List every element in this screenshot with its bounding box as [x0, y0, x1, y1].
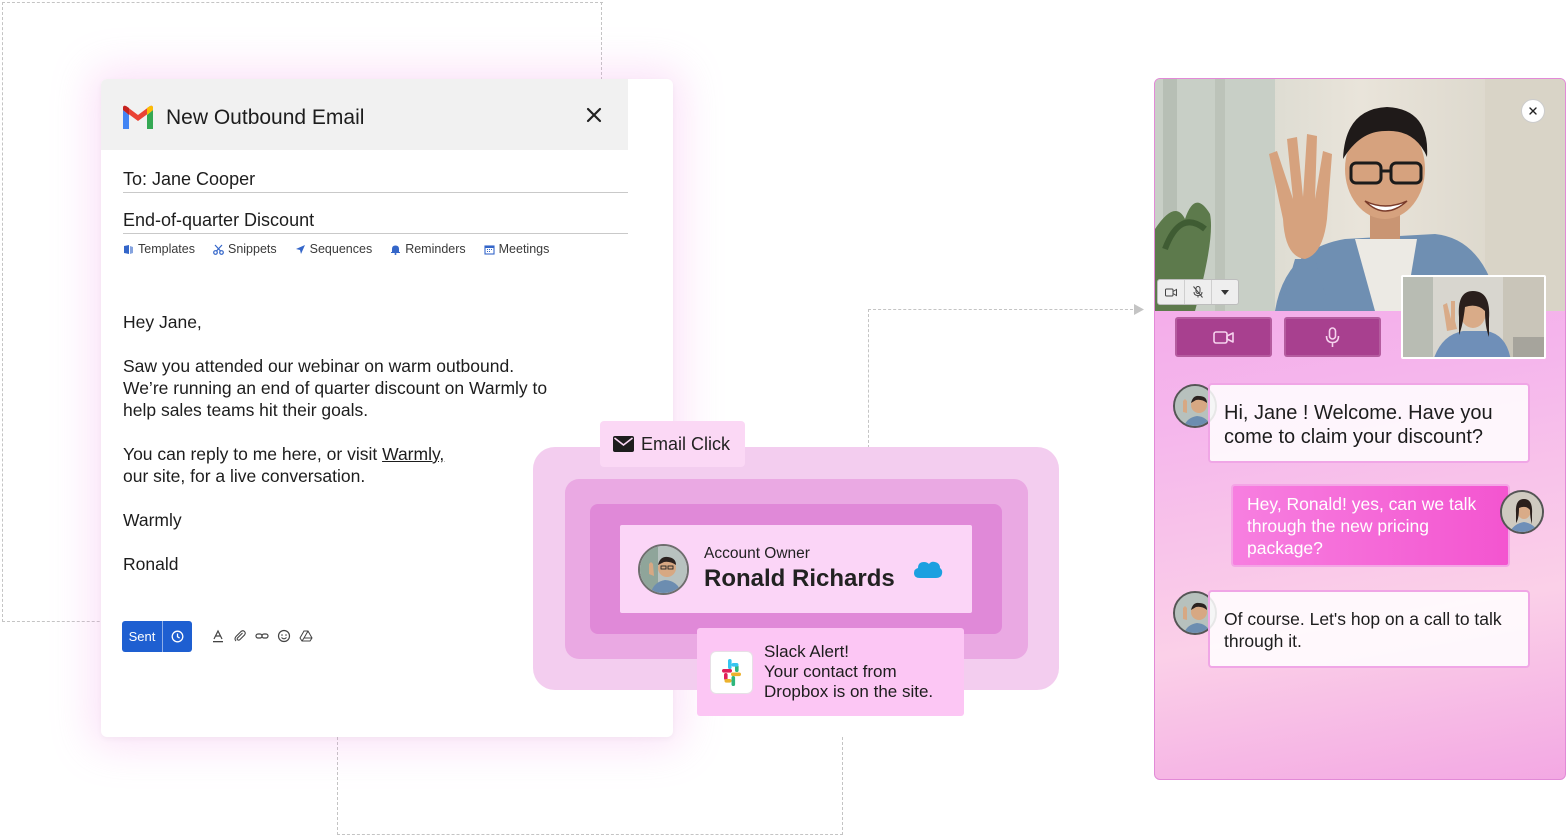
- connector-top-right: [601, 2, 602, 80]
- close-icon: [1529, 107, 1537, 115]
- email-paragraph-2: You can reply to me here, or visit Warml…: [123, 443, 444, 487]
- to-field[interactable]: To: Jane Cooper: [123, 169, 628, 193]
- chat-message-visitor: Hey, Ronald! yes, can we talk through th…: [1231, 484, 1510, 567]
- reminders-label: Reminders: [405, 242, 466, 256]
- slack-alert-card[interactable]: Slack Alert! Your contact from Dropbox i…: [697, 628, 964, 716]
- snippets-button[interactable]: Snippets: [213, 242, 277, 256]
- video-chat-widget: Hi, Jane ! Welcome. Have you come to cla…: [1154, 78, 1566, 780]
- chat-message-agent: Of course. Let's hop on a call to talk t…: [1208, 590, 1530, 668]
- avatar: [1500, 490, 1544, 534]
- self-view-video: [1401, 275, 1546, 359]
- format-toolbar: [211, 629, 313, 643]
- salesforce-icon: [914, 561, 943, 578]
- connector-to-widget: [868, 309, 1138, 448]
- reminders-button[interactable]: Reminders: [390, 242, 466, 256]
- dropdown-arrow-icon: [1221, 289, 1229, 295]
- send-button[interactable]: Sent: [122, 621, 192, 652]
- slack-alert-line: Your contact from: [764, 662, 897, 681]
- bell-icon: [391, 245, 401, 255]
- video-camera-icon: [1213, 330, 1234, 344]
- slack-alert-text: Slack Alert! Your contact from Dropbox i…: [764, 642, 933, 702]
- video-camera-icon: [1165, 288, 1177, 296]
- chat-message-agent: Hi, Jane ! Welcome. Have you come to cla…: [1208, 383, 1530, 463]
- send-button-label[interactable]: Sent: [122, 621, 163, 652]
- drive-icon[interactable]: [299, 629, 313, 643]
- avatar: [638, 544, 689, 595]
- link-icon[interactable]: [255, 629, 269, 643]
- arrow-head-icon: [1134, 304, 1144, 315]
- close-icon[interactable]: [584, 105, 604, 125]
- connector-bottom: [337, 737, 843, 835]
- microphone-button[interactable]: [1284, 317, 1381, 357]
- schedule-send-button[interactable]: [163, 630, 192, 643]
- owner-label: Account Owner: [704, 545, 810, 562]
- calendar-icon: [484, 244, 495, 255]
- owner-name: Ronald Richards: [704, 565, 895, 592]
- subject-field[interactable]: End-of-quarter Discount: [123, 210, 628, 234]
- emoji-icon[interactable]: [277, 629, 291, 643]
- microphone-off-icon: [1193, 286, 1203, 298]
- text-format-icon[interactable]: [211, 629, 225, 643]
- email-line: help sales teams hit their goals.: [123, 400, 369, 420]
- envelope-icon: [613, 436, 634, 452]
- camera-toggle[interactable]: [1158, 280, 1185, 304]
- templates-icon: [124, 244, 133, 254]
- email-signoff: Warmly: [123, 510, 182, 530]
- account-owner-card[interactable]: Account Owner Ronald Richards: [620, 525, 972, 613]
- meetings-button[interactable]: Meetings: [484, 242, 550, 256]
- slack-alert-title: Slack Alert!: [764, 642, 850, 661]
- email-greeting: Hey Jane,: [123, 312, 202, 332]
- mic-toggle[interactable]: [1185, 280, 1212, 304]
- email-line: We’re running an end of quarter discount…: [123, 378, 548, 398]
- sequences-label: Sequences: [309, 242, 373, 256]
- microphone-icon: [1325, 326, 1340, 347]
- slack-alert-line: Dropbox is on the site.: [764, 682, 934, 701]
- warmly-link[interactable]: Warmly,: [382, 444, 444, 464]
- send-icon: [295, 244, 305, 254]
- meetings-label: Meetings: [498, 242, 550, 256]
- video-controls: [1157, 279, 1239, 305]
- paperclip-icon[interactable]: [233, 629, 247, 643]
- snippets-label: Snippets: [227, 242, 277, 256]
- email-header: New Outbound Email: [101, 79, 628, 150]
- scissors-icon: [213, 244, 224, 255]
- email-line: our site, for a live conversation.: [123, 466, 366, 486]
- slack-icon: [711, 652, 752, 693]
- email-paragraph-1: Saw you attended our webinar on warm out…: [123, 355, 547, 421]
- sequences-button[interactable]: Sequences: [295, 242, 373, 256]
- email-line: Saw you attended our webinar on warm out…: [123, 356, 515, 376]
- templates-label: Templates: [138, 242, 195, 256]
- widget-close-button[interactable]: [1521, 99, 1545, 123]
- templates-button[interactable]: Templates: [123, 242, 195, 256]
- gmail-logo: [123, 105, 153, 129]
- email-signature: Ronald: [123, 554, 179, 574]
- camera-button[interactable]: [1175, 317, 1272, 357]
- email-line: You can reply to me here, or visit Warml…: [123, 443, 444, 465]
- email-toolbar: Templates Snippets Sequences Reminders M…: [123, 242, 549, 256]
- email-click-label: Email Click: [641, 433, 731, 454]
- options-dropdown[interactable]: [1212, 280, 1238, 304]
- email-title: New Outbound Email: [166, 106, 365, 129]
- clock-icon: [171, 630, 184, 643]
- email-click-badge: Email Click: [600, 421, 745, 467]
- email-line-prefix: You can reply to me here, or visit: [123, 444, 383, 464]
